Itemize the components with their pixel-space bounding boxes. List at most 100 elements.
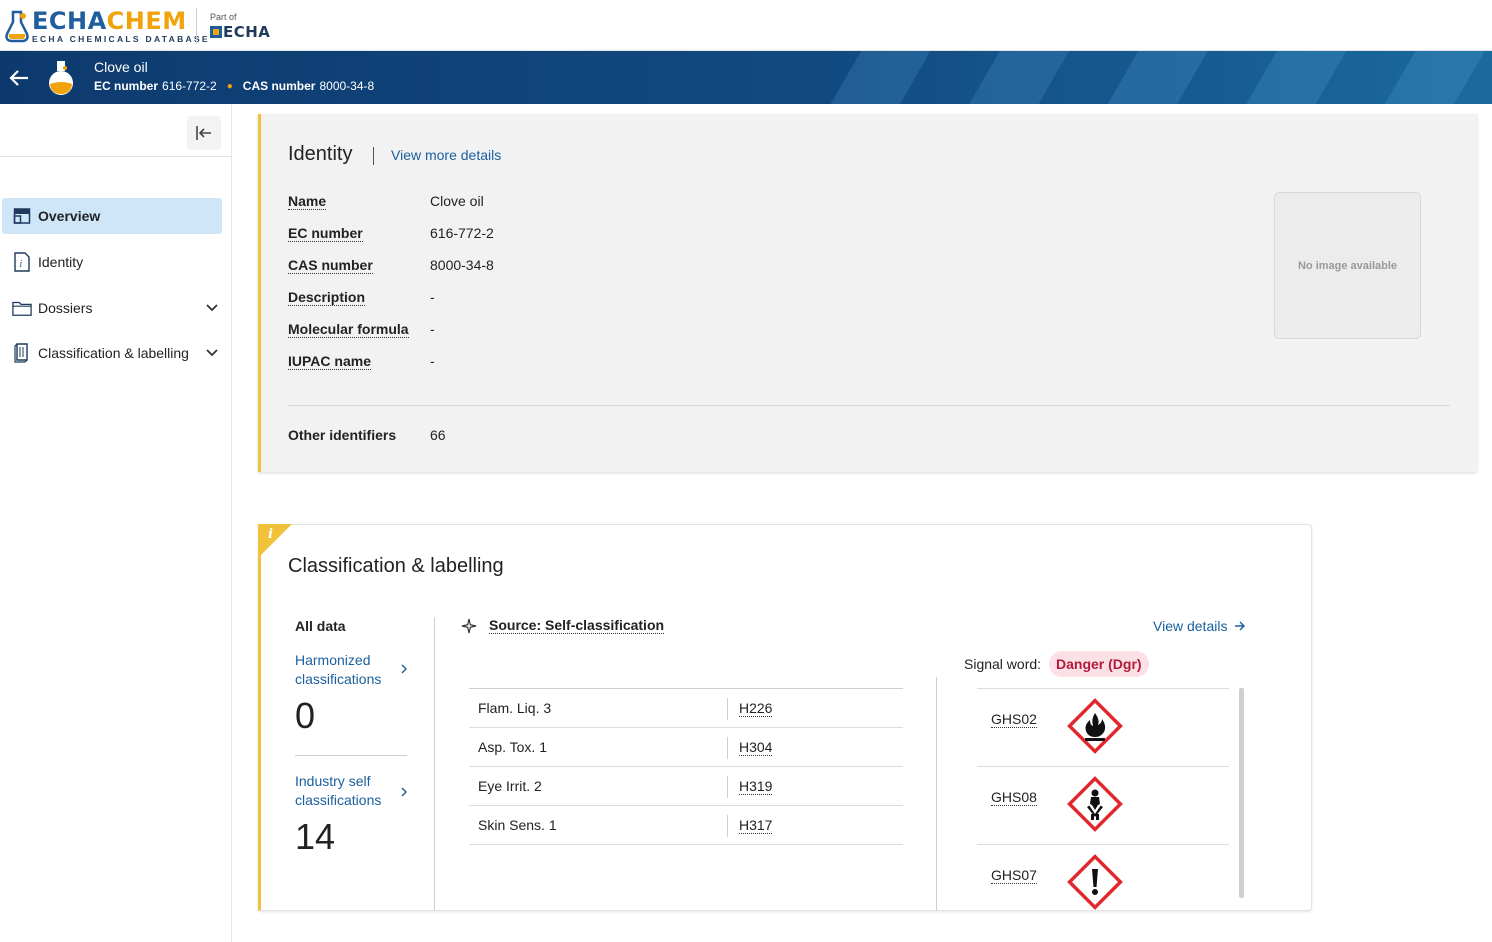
exclamation-pictogram-icon — [1067, 854, 1123, 910]
identity-title: Identity — [288, 143, 353, 165]
identity-row-formula: Molecular formula - — [288, 321, 435, 338]
source-text: Source: Self-classification — [489, 617, 665, 634]
other-identifiers-label: Other identifiers — [288, 427, 397, 443]
identity-label[interactable]: EC number — [288, 225, 363, 242]
hazard-class: Asp. Tox. 1 — [478, 739, 548, 755]
hazard-class: Skin Sens. 1 — [478, 817, 557, 833]
identity-icon: i — [12, 252, 32, 272]
cell-divider — [727, 776, 728, 798]
signal-word-label: Signal word: — [964, 656, 1042, 672]
folder-icon — [12, 298, 32, 318]
ec-number-value: 616-772-2 — [162, 79, 217, 93]
table-row: Eye Irrit. 2 H319 — [469, 767, 903, 806]
table-row: Asp. Tox. 1 H304 — [469, 728, 903, 767]
view-details-link[interactable]: View details — [1153, 618, 1246, 634]
structure-image-placeholder: No image available — [1274, 192, 1421, 339]
collapse-sidebar-button[interactable] — [187, 116, 221, 150]
chevron-right-icon[interactable] — [399, 787, 409, 797]
logo-text: ECHACHEM ECHA CHEMICALS DATABASE — [32, 8, 210, 44]
pictogram-code[interactable]: GHS02 — [991, 711, 1037, 728]
identity-row-iupac: IUPAC name - — [288, 353, 435, 370]
hazard-class: Eye Irrit. 2 — [478, 778, 542, 794]
pictogram-scrollbar[interactable] — [1239, 688, 1244, 898]
identity-label[interactable]: Name — [288, 193, 327, 210]
ec-number-label: EC number — [94, 79, 159, 93]
pictogram-list: GHS02 GHS08 GHS07 — [977, 688, 1229, 923]
echa-mark-icon — [210, 26, 222, 38]
part-of-label: Part of — [210, 12, 237, 22]
harmonized-count: 0 — [295, 695, 316, 736]
chevron-down-icon[interactable] — [204, 299, 220, 315]
title-separator — [373, 147, 374, 165]
list-item: GHS07 — [977, 845, 1229, 923]
hazard-code[interactable]: H304 — [739, 739, 773, 756]
hazard-code[interactable]: H226 — [739, 700, 773, 717]
sidebar-item-label: Classification & labelling — [38, 345, 189, 361]
sidebar-item-overview[interactable]: Overview — [2, 198, 222, 234]
industry-count: 14 — [295, 816, 336, 857]
substance-flask-icon — [49, 61, 73, 95]
all-data-divider — [295, 755, 407, 756]
identity-value: - — [430, 353, 435, 369]
column-divider — [434, 617, 435, 911]
part-of-echa[interactable]: Part of ECHA — [210, 12, 270, 41]
other-identifiers-value: 66 — [430, 427, 446, 443]
sidebar-item-dossiers[interactable]: Dossiers — [2, 290, 222, 326]
identity-label[interactable]: IUPAC name — [288, 353, 371, 370]
hazard-code[interactable]: H317 — [739, 817, 773, 834]
identity-value: - — [430, 289, 435, 305]
logo-subtitle: ECHA CHEMICALS DATABASE — [32, 34, 210, 44]
sidebar-item-label: Overview — [38, 208, 101, 224]
hazard-table: Flam. Liq. 3 H226 Asp. Tox. 1 H304 Eye I… — [469, 688, 903, 845]
cell-divider — [727, 698, 728, 720]
chevron-down-icon[interactable] — [204, 344, 220, 360]
arrow-right-icon — [1235, 621, 1246, 631]
view-more-details-link[interactable]: View more details — [391, 147, 501, 163]
identity-label[interactable]: CAS number — [288, 257, 373, 274]
harmonized-classifications-link[interactable]: Harmonized classifications — [295, 651, 395, 689]
sidebar: Overview i Identity Dossiers Classificat… — [0, 104, 232, 942]
logo-chem: CHEM — [106, 7, 187, 35]
sidebar-item-classification[interactable]: Classification & labelling — [2, 335, 222, 371]
echa-wordmark: ECHA — [223, 23, 271, 41]
substance-banner: Clove oil EC number 616-772-2 ● CAS numb… — [0, 51, 1492, 104]
identity-row-cas: CAS number 8000-34-8 — [288, 257, 494, 274]
substance-name: Clove oil — [94, 59, 148, 75]
pictogram-code[interactable]: GHS07 — [991, 867, 1037, 884]
table-row: Skin Sens. 1 H317 — [469, 806, 903, 845]
identity-value: Clove oil — [430, 193, 484, 209]
identity-card: Identity View more details Name Clove oi… — [258, 114, 1477, 472]
hazard-class: Flam. Liq. 3 — [478, 700, 552, 716]
identity-row-ec: EC number 616-772-2 — [288, 225, 494, 242]
identity-row-other-identifiers: Other identifiers 66 — [288, 427, 446, 443]
sidebar-divider — [0, 156, 232, 157]
cell-divider — [727, 815, 728, 837]
signal-word-badge: Danger (Dgr) — [1049, 651, 1149, 677]
hazard-code[interactable]: H319 — [739, 778, 773, 795]
view-details-text: View details — [1153, 618, 1228, 634]
all-data-heading: All data — [295, 618, 346, 634]
echachem-logo[interactable]: ECHACHEM ECHA CHEMICALS DATABASE — [4, 8, 210, 46]
logo-echa: ECHA — [32, 7, 107, 35]
identity-row-name: Name Clove oil — [288, 193, 484, 210]
sidebar-item-identity[interactable]: i Identity — [2, 244, 222, 280]
health-hazard-pictogram-icon — [1067, 776, 1123, 832]
identity-label[interactable]: Description — [288, 289, 366, 306]
list-item: GHS08 — [977, 767, 1229, 845]
identity-value: 8000-34-8 — [430, 257, 494, 273]
separator-dot-icon: ● — [226, 80, 233, 92]
industry-classifications-link[interactable]: Industry self classifications — [295, 772, 395, 810]
cas-number-label: CAS number — [242, 79, 316, 93]
sparkle-icon — [461, 618, 477, 633]
cell-divider — [727, 737, 728, 759]
cas-number-value: 8000-34-8 — [319, 79, 375, 93]
source-label[interactable]: Source: Self-classification — [461, 617, 665, 634]
chevron-right-icon[interactable] — [399, 664, 409, 674]
identity-value: 616-772-2 — [430, 225, 494, 241]
pictogram-code[interactable]: GHS08 — [991, 789, 1037, 806]
flame-pictogram-icon — [1067, 698, 1123, 754]
banner-decoration — [792, 51, 1492, 104]
identity-label[interactable]: Molecular formula — [288, 321, 409, 338]
top-bar: ECHACHEM ECHA CHEMICALS DATABASE Part of… — [0, 0, 1492, 51]
back-arrow-icon[interactable] — [8, 67, 30, 89]
